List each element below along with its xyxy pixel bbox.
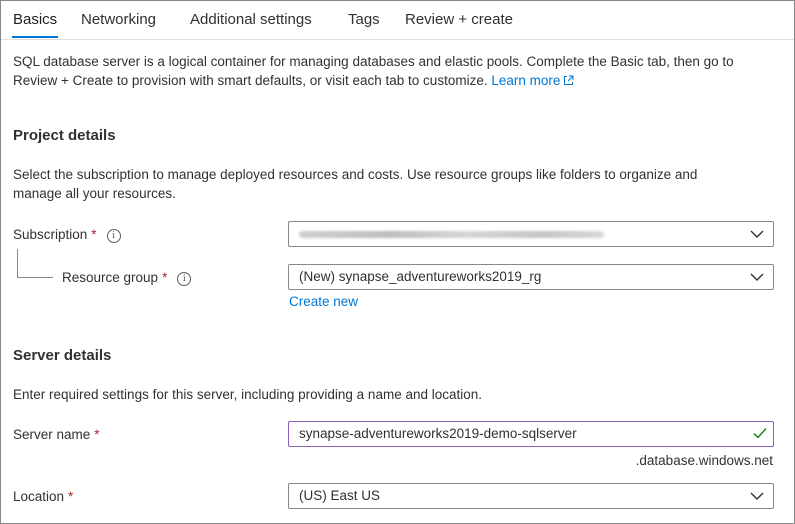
tab-review-create[interactable]: Review + create <box>405 11 513 28</box>
location-label-text: Location <box>13 489 65 504</box>
resource-group-dropdown[interactable]: (New) synapse_adventureworks2019_rg <box>288 264 774 290</box>
blurred-subscription-value <box>299 231 604 238</box>
intro-text: Review + Create to provision with smart … <box>13 73 488 88</box>
intro-text-line2: Review + Create to provision with smart … <box>13 71 574 90</box>
server-name-suffix: .database.windows.net <box>635 453 773 468</box>
required-asterisk: * <box>162 270 168 285</box>
location-dropdown[interactable]: (US) East US <box>288 483 774 509</box>
learn-more-link[interactable]: Learn more <box>491 73 574 88</box>
server-name-label: Server name * <box>13 427 100 442</box>
tree-connector-horizontal <box>17 277 53 278</box>
tab-bar: Basics Networking Additional settings Ta… <box>1 1 794 41</box>
location-value: (US) East US <box>299 488 381 503</box>
location-label: Location * <box>13 489 73 504</box>
chevron-down-icon <box>750 273 764 281</box>
tab-tags[interactable]: Tags <box>348 11 380 28</box>
active-tab-indicator <box>12 36 58 38</box>
project-desc-line1: Select the subscription to manage deploy… <box>13 167 698 182</box>
server-name-input[interactable]: synapse-adventureworks2019-demo-sqlserve… <box>288 421 774 447</box>
chevron-down-icon <box>750 230 764 238</box>
learn-more-label: Learn more <box>491 73 561 88</box>
checkmark-icon <box>753 428 767 439</box>
server-name-value: synapse-adventureworks2019-demo-sqlserve… <box>299 426 577 441</box>
intro-text-line1: SQL database server is a logical contain… <box>13 54 734 69</box>
info-icon[interactable]: i <box>106 229 121 243</box>
create-sql-server-panel: Basics Networking Additional settings Ta… <box>0 0 795 524</box>
project-details-heading: Project details <box>13 127 116 144</box>
server-details-heading: Server details <box>13 347 112 364</box>
required-asterisk: * <box>94 427 100 442</box>
project-desc-line2: manage all your resources. <box>13 186 176 201</box>
tab-basics[interactable]: Basics <box>13 11 57 28</box>
info-icon[interactable]: i <box>177 272 192 286</box>
tree-connector-vertical <box>17 249 18 277</box>
chevron-down-icon <box>750 492 764 500</box>
resource-group-value: (New) synapse_adventureworks2019_rg <box>299 269 542 284</box>
resource-group-label-text: Resource group <box>62 270 159 285</box>
resource-group-label: Resource group * i <box>62 270 192 286</box>
server-name-label-text: Server name <box>13 427 91 442</box>
subscription-dropdown[interactable] <box>288 221 774 247</box>
tab-networking[interactable]: Networking <box>81 11 156 28</box>
tab-divider <box>1 39 794 40</box>
subscription-label: Subscription * i <box>13 227 121 243</box>
required-asterisk: * <box>68 489 74 504</box>
required-asterisk: * <box>91 227 97 242</box>
tab-additional-settings[interactable]: Additional settings <box>190 11 312 28</box>
create-new-link[interactable]: Create new <box>289 294 358 309</box>
server-desc: Enter required settings for this server,… <box>13 387 483 402</box>
external-link-icon <box>564 75 574 85</box>
subscription-label-text: Subscription <box>13 227 88 242</box>
